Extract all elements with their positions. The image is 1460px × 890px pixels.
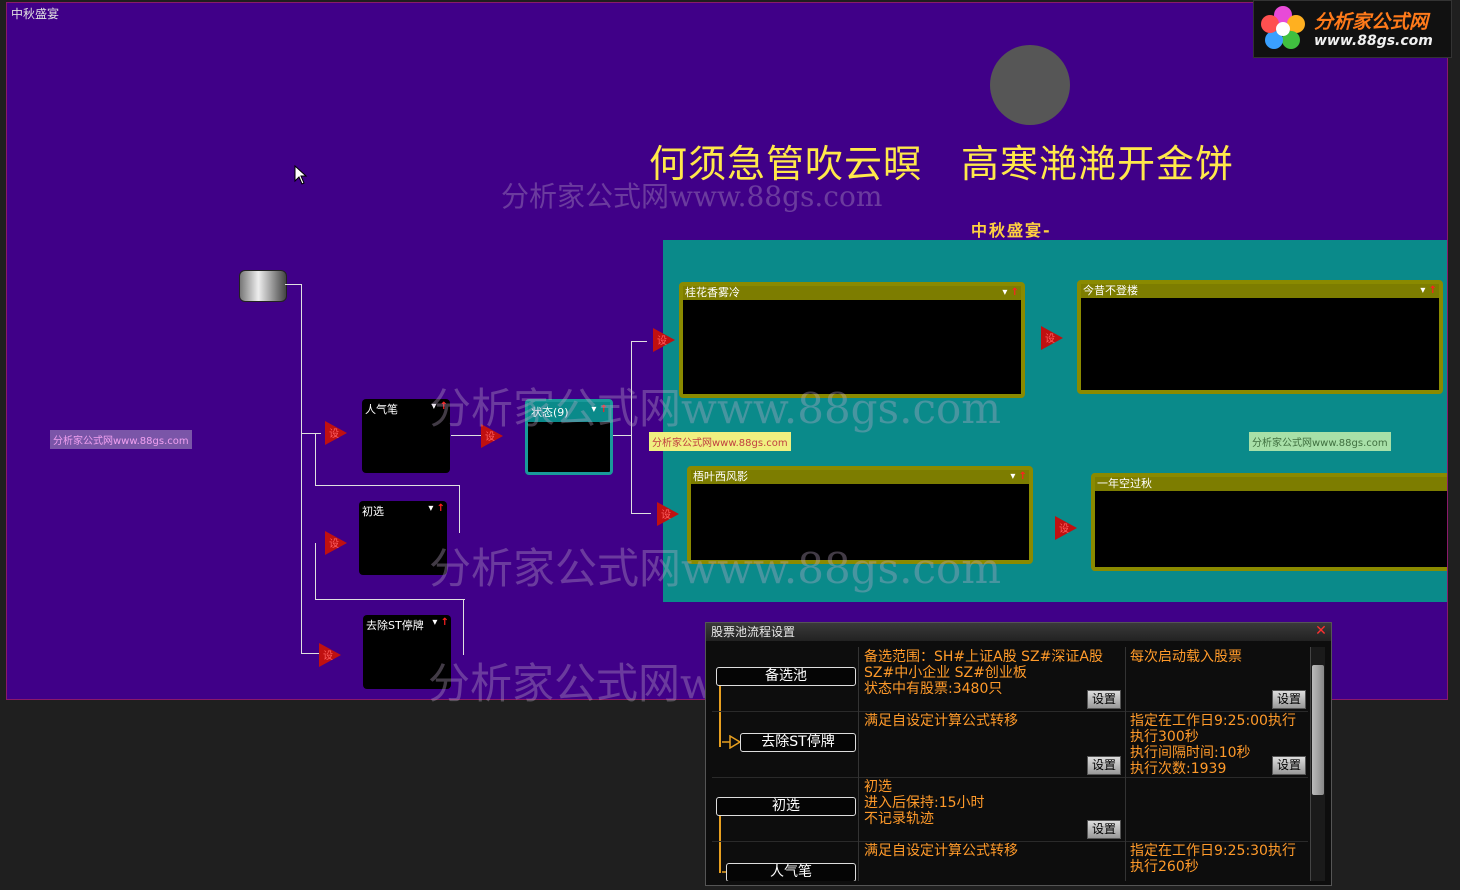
node-controls[interactable]: ▾ ↑ [428,503,445,514]
node-controls[interactable]: ▾ ↑ [432,617,449,628]
flow-row[interactable]: 去除ST停牌 满足自设定计算公式转移 设置 指定在工作日9:25:00执行 执行… [712,711,1308,778]
flow-row[interactable]: 人气笔 满足自设定计算公式转移 指定在工作日9:25:30执行 执行260秒 [712,841,1308,881]
window-title: 中秋盛宴 [11,7,60,21]
pool-box[interactable]: 备选池 [716,667,856,686]
flow-row[interactable]: 备选池 备选范围：SH#上证A股 SZ#深证A股 SZ#中小企业 SZ#创业板 … [712,647,1308,712]
flow-subtitle: 中秋盛宴- [971,221,1052,240]
pool-box[interactable]: 人气笔 [726,863,856,881]
trigger-p1[interactable]: 设 [653,328,675,352]
pool-box[interactable]: 初选 [716,797,856,816]
pool-box[interactable]: 去除ST停牌 [740,733,856,752]
trigger-n2[interactable]: 设 [325,531,347,555]
pool-controls[interactable]: ▾ ↑ [1002,286,1019,300]
set-button[interactable]: 设置 [1272,690,1306,709]
watermark: 分析家公式网www.88gs.com [429,544,1002,593]
branch-arrow-icon [722,735,742,749]
pool-controls[interactable]: ▾ ↑ [1010,470,1027,484]
logo-url: www.88gs.com [1314,33,1433,49]
trigger-n3[interactable]: 设 [319,643,341,667]
flow-canvas[interactable]: 中秋盛宴 何须急管吹云暝 高寒滟滟开金饼 分析家公式网www.88gs.com … [6,2,1448,700]
dialog-scrollbar[interactable] [1310,647,1325,881]
trigger-n1[interactable]: 设 [325,421,347,445]
trigger-p4[interactable]: 设 [1055,516,1077,540]
site-logo: 分析家公式网 www.88gs.com [1253,0,1452,58]
set-button[interactable]: 设置 [1272,756,1306,775]
watermark-small: 分析家公式网www.88gs.com [1249,432,1391,451]
trigger-p2[interactable]: 设 [1041,326,1063,350]
trigger-p3[interactable]: 设 [657,502,679,526]
scrollbar-thumb[interactable] [1312,665,1324,795]
set-button[interactable]: 设置 [1087,756,1121,775]
moon-circle [990,45,1070,125]
pool-p2[interactable]: 今昔不登楼 ▾ ↑ [1077,280,1443,394]
logo-name: 分析家公式网 [1314,11,1429,33]
flower-logo-icon [1261,6,1305,49]
watermark-small: 分析家公式网www.88gs.com [50,430,192,449]
pool-controls[interactable]: ▾ ↑ [1420,284,1437,298]
set-button[interactable]: 设置 [1087,820,1121,839]
set-button[interactable]: 设置 [1087,690,1121,709]
dialog-title: 股票池流程设置 [711,625,796,639]
dialog-title-bar[interactable]: 股票池流程设置 ✕ [706,623,1331,641]
flow-row[interactable]: 初选 初选 进入后保持:15小时 不记录轨迹 设置 [712,777,1308,842]
pool-p4[interactable]: 一年空过秋▾ [1091,473,1447,571]
database-icon[interactable] [239,270,287,302]
mouse-cursor-icon [294,164,308,189]
pool-flow-settings-dialog[interactable]: 股票池流程设置 ✕ 备选池 备选范围：SH#上证A股 SZ#深证A股 SZ#中小… [705,622,1332,886]
close-icon[interactable]: ✕ [1314,624,1328,638]
watermark: 分析家公式网www.88gs.com [429,384,1002,433]
watermark: 分析家公式网www.88gs.com [501,180,883,213]
